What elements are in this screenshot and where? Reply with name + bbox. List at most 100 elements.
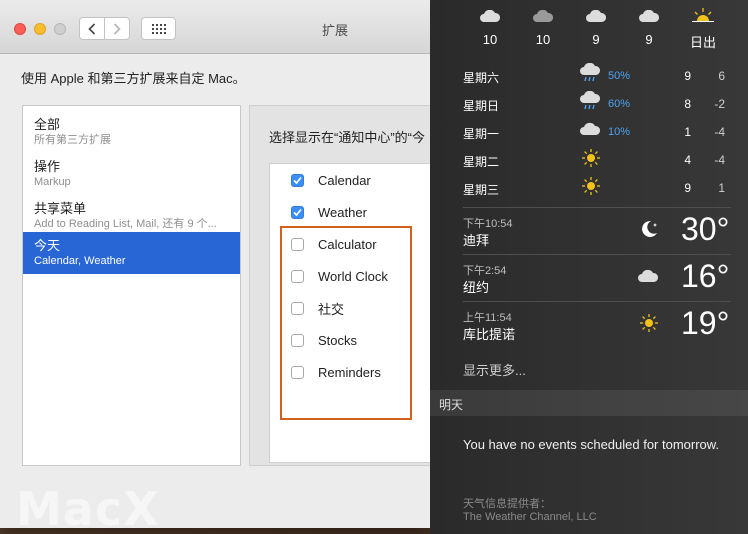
chevron-left-icon (88, 22, 96, 35)
grid-icon (151, 23, 166, 34)
sidebar-item-title: 今天 (34, 238, 61, 253)
sidebar-item-subtitle: Add to Reading List, Mail, 还有 9 个... (34, 218, 217, 230)
city-time: 下午10:54 (463, 218, 513, 230)
checkbox-reminders[interactable] (291, 365, 304, 379)
sidebar-item-share-menu[interactable]: 共享菜单 Add to Reading List, Mail, 还有 9 个..… (23, 195, 240, 237)
temp-high: 9 (684, 69, 691, 83)
back-button[interactable] (79, 17, 105, 40)
daily-forecast-row: 星期三 9 1 (463, 174, 731, 202)
city-weather-new-york[interactable]: 下午2:54 纽约 16° (463, 254, 731, 300)
checkmark-icon (293, 176, 302, 184)
city-temp: 16° (681, 258, 730, 294)
day-name: 星期一 (463, 127, 500, 141)
chevron-right-icon (113, 22, 121, 35)
extension-label: Calculator (318, 236, 377, 252)
city-temp: 30° (681, 211, 730, 247)
title-bar: 扩展 (0, 0, 430, 54)
notification-center: 10 10 9 9 日出 星期六 50% 9 6 星期日 60% 8 -2 星期… (430, 0, 748, 534)
hourly-label: 日出 (689, 35, 716, 50)
show-more-link[interactable]: 显示更多... (463, 360, 526, 379)
extension-label: Reminders (318, 364, 381, 380)
temp-low: -4 (714, 125, 725, 139)
city-name: 迪拜 (463, 233, 490, 248)
checkbox-world-clock[interactable] (291, 269, 304, 283)
day-name: 星期三 (463, 183, 500, 197)
close-button[interactable] (14, 23, 26, 35)
sidebar-item-actions[interactable]: 操作 Markup (23, 153, 240, 195)
day-name: 星期二 (463, 155, 500, 169)
city-time: 下午2:54 (463, 265, 507, 277)
cloud-icon (638, 269, 659, 282)
checkbox-weather[interactable] (291, 205, 304, 219)
tomorrow-events-text: You have no events scheduled for tomorro… (463, 437, 720, 452)
precip-chance: 60% (608, 98, 631, 110)
checkbox-calendar[interactable] (291, 173, 304, 187)
checkbox-social[interactable] (291, 301, 304, 315)
sidebar-item-title: 操作 (34, 159, 61, 174)
sidebar-item-subtitle: 所有第三方扩展 (34, 134, 111, 146)
hourly-forecast-item: 9 (629, 0, 669, 47)
hourly-temp: 9 (645, 32, 653, 47)
window-title: 扩展 (321, 23, 348, 38)
cloud-icon (580, 122, 601, 135)
provider-name: The Weather Channel, LLC (463, 511, 597, 523)
weather-provider: 天气信息提供者： The Weather Channel, LLC (463, 498, 597, 524)
day-name: 星期日 (463, 99, 500, 113)
checkbox-calculator[interactable] (291, 237, 304, 251)
city-weather-cupertino[interactable]: 上午11:54 库比提诺 19° (463, 301, 731, 347)
daily-forecast-row: 星期一 10% 1 -4 (463, 118, 731, 146)
forward-button[interactable] (104, 17, 130, 40)
daily-forecast-row: 星期六 50% 9 6 (463, 62, 731, 90)
rain-icon (580, 63, 601, 82)
cloud-icon (533, 10, 553, 22)
city-name: 纽约 (463, 280, 490, 295)
city-time: 上午11:54 (463, 312, 512, 324)
temp-high: 8 (684, 97, 691, 111)
sidebar-item-today[interactable]: 今天 Calendar, Weather (23, 232, 240, 274)
city-weather-dubai[interactable]: 下午10:54 迪拜 30° (463, 207, 731, 253)
hourly-temp: 9 (592, 32, 600, 47)
hourly-temp: 10 (482, 32, 498, 47)
extension-label: Weather (318, 204, 367, 220)
temp-low: -2 (714, 97, 725, 111)
precip-chance: 10% (608, 126, 631, 138)
checkmark-icon (293, 208, 302, 216)
sidebar-item-all[interactable]: 全部 所有第三方扩展 (23, 111, 240, 153)
extension-label: Calendar (318, 172, 371, 188)
watermark-logo: MacX (16, 482, 160, 534)
hourly-forecast-item: 10 (470, 0, 510, 47)
sunrise-icon (692, 8, 714, 22)
sidebar-item-title: 全部 (34, 117, 61, 132)
extensions-sidebar: 全部 所有第三方扩展 操作 Markup 共享菜单 Add to Reading… (22, 105, 241, 466)
panel-description: 选择显示在“通知中心”的“今 (269, 130, 425, 145)
sidebar-item-title: 共享菜单 (34, 201, 87, 216)
extension-label: Stocks (318, 332, 358, 348)
extensions-list: Calendar Weather Calculator World Clock … (269, 163, 430, 463)
cloud-icon (586, 10, 606, 22)
show-all-button[interactable] (141, 17, 176, 40)
minimize-button[interactable] (34, 23, 46, 35)
sun-icon (582, 177, 600, 195)
hourly-temp: 10 (535, 32, 551, 47)
city-name: 库比提诺 (463, 327, 516, 342)
city-temp: 19° (681, 305, 730, 341)
hourly-forecast-item: 9 (576, 0, 616, 47)
daily-forecast-row: 星期二 4 -4 (463, 146, 731, 174)
sun-icon (582, 149, 600, 167)
temp-high: 4 (684, 153, 691, 167)
extension-label: 社交 (318, 301, 345, 317)
intro-text: 使用 Apple 和第三方扩展来自定 Mac。 (21, 71, 246, 86)
zoom-button[interactable] (54, 23, 66, 35)
sun-icon (640, 314, 658, 332)
checkbox-stocks[interactable] (291, 333, 304, 347)
cloud-icon (480, 10, 500, 22)
temp-low: 6 (718, 69, 725, 83)
sidebar-item-subtitle: Markup (34, 176, 71, 188)
moon-icon (642, 220, 657, 237)
provider-label: 天气信息提供者： (463, 498, 551, 510)
temp-low: -4 (714, 153, 725, 167)
temp-high: 1 (684, 125, 691, 139)
cloud-icon (639, 10, 659, 22)
precip-chance: 50% (608, 70, 631, 82)
temp-high: 9 (684, 181, 691, 195)
